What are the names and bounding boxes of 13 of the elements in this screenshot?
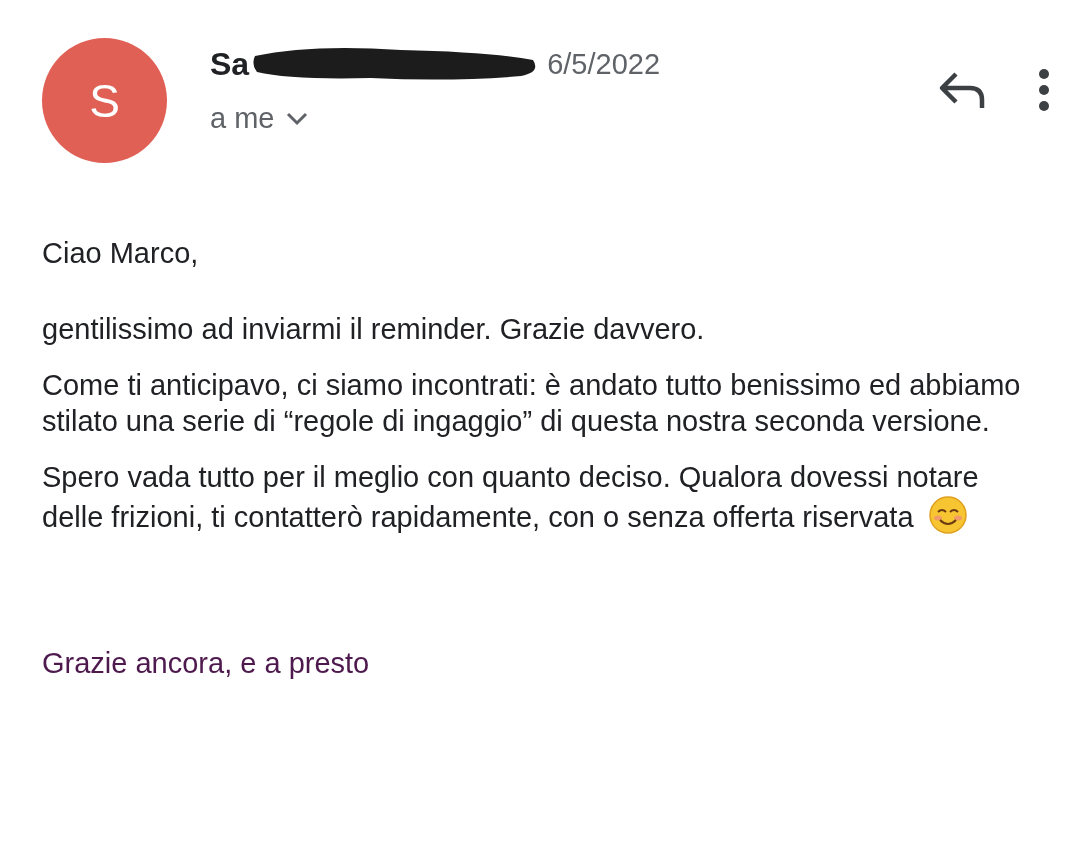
signature-text: Grazie ancora, e a presto [42,646,371,681]
sender-name: Sa [210,45,250,83]
greeting-text: Ciao Marco, [42,236,200,271]
body-paragraph: gentilissimo ad inviarmi il reminder. Grazie davvero. [42,312,706,347]
recipient-label: a me [210,102,275,135]
email-date: 6/5/2022 [547,47,661,81]
more-options-button[interactable] [1038,68,1050,112]
expand-chevron-icon[interactable] [286,111,309,126]
body-paragraph: Spero vada tutto per il meglio con quanto deciso. Qualora dovessi notare delle frizioni, ti contatterò rapidamente, con o senza offerta riservata [42,460,980,535]
reply-button[interactable] [938,70,986,110]
body-paragraph: Come ti anticipavo, ci siamo incontrati: è andato tutto benissimo ed abbiamo stilato una serie di “regole di ingaggio” di questa nostra seconda versione. [42,368,1022,439]
sender-avatar: S [42,38,167,163]
smiling-emoji-icon [927,495,968,535]
